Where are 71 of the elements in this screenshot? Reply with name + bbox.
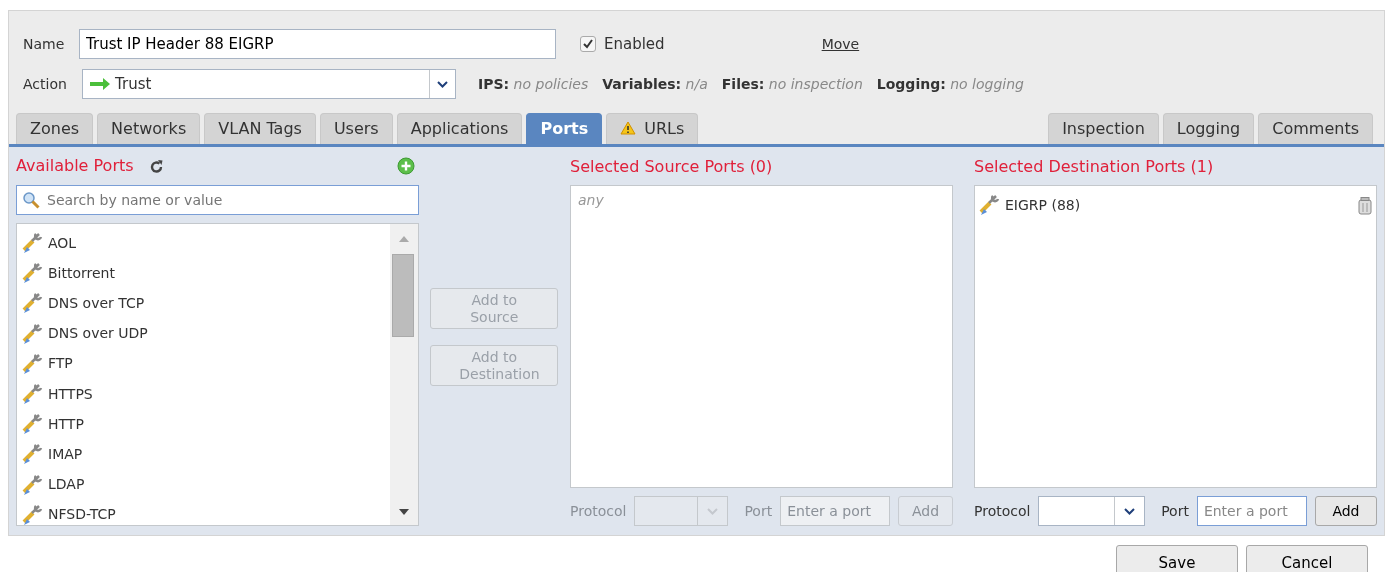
action-value: Trust	[115, 73, 153, 95]
wrench-icon	[22, 262, 44, 285]
add-icon[interactable]	[397, 157, 416, 175]
summary-item: Logging: no logging	[876, 74, 1024, 94]
name-field[interactable]: Trust IP Header 88 EIGRP	[79, 29, 556, 59]
caret-icon	[437, 80, 448, 88]
wrench-icon	[22, 413, 44, 436]
search-field[interactable]: Search by name or value	[16, 185, 420, 215]
search-icon	[22, 191, 40, 209]
tab[interactable]: Applications	[396, 113, 523, 144]
list-item[interactable]: LDAP	[17, 469, 391, 500]
list-item[interactable]: AOL	[17, 228, 391, 259]
list-item[interactable]: IMAP	[17, 439, 391, 470]
footer-button[interactable]: Cancel	[1246, 545, 1368, 572]
arrow-icon	[89, 78, 111, 90]
wrench-icon	[22, 352, 44, 375]
tab[interactable]: Ports	[526, 113, 603, 144]
field-label: Action	[23, 74, 68, 94]
field-label: Protocol	[974, 501, 1031, 521]
tab[interactable]: URLs	[606, 113, 699, 144]
field-label: Port	[1161, 501, 1189, 521]
tab[interactable]: Comments	[1258, 113, 1373, 144]
action-dropdown[interactable]: Trust	[82, 69, 456, 99]
tab[interactable]: Zones	[16, 113, 94, 144]
list-item[interactable]: HTTPS	[17, 378, 391, 410]
list-item[interactable]: Bittorrent	[17, 258, 391, 289]
warning-icon	[620, 121, 637, 135]
scrollbar[interactable]	[390, 224, 419, 525]
list-item[interactable]: DNS over UDP	[17, 318, 391, 349]
list-item[interactable]: EIGRP (88)	[979, 190, 1372, 221]
wrench-icon	[22, 292, 44, 315]
move-link[interactable]: Move	[821, 33, 860, 55]
protocol-dropdown[interactable]	[1038, 496, 1146, 526]
refresh-icon[interactable]	[149, 158, 164, 174]
wrench-icon	[22, 443, 44, 466]
checkbox[interactable]	[580, 36, 596, 52]
scroll-up-icon[interactable]	[399, 236, 410, 242]
tab[interactable]: Inspection	[1048, 113, 1159, 144]
scroll-thumb[interactable]	[392, 254, 415, 337]
trash-icon[interactable]	[1358, 196, 1372, 215]
list-item[interactable]: HTTP	[17, 409, 391, 440]
field-label: Protocol	[570, 501, 627, 521]
tab[interactable]: Networks	[97, 113, 201, 144]
wrench-icon	[22, 383, 44, 406]
footer-button[interactable]: Save	[1116, 545, 1238, 572]
wrench-icon	[22, 322, 44, 345]
list-item[interactable]: NFSD-TCP	[17, 499, 391, 530]
field-label: Port	[744, 501, 773, 521]
section-title: Selected Source Ports (0)	[570, 156, 774, 177]
wrench-icon	[22, 232, 44, 255]
add-button[interactable]: Add	[1314, 496, 1377, 526]
list-item[interactable]: DNS over TCP	[17, 288, 391, 319]
field-label: Name	[23, 34, 66, 54]
caret-icon	[1124, 507, 1136, 515]
wrench-icon	[22, 503, 44, 526]
scroll-down-icon[interactable]	[399, 509, 410, 515]
port-field[interactable]: Enter a port	[1196, 496, 1307, 526]
summary-item: Variables: n/a	[602, 74, 708, 94]
checkbox-label: Enabled	[604, 33, 665, 55]
summary-item: IPS: no policies	[478, 74, 589, 94]
summary-item: Files: no inspection	[721, 74, 863, 94]
section-title: Available Ports	[16, 155, 134, 177]
tab[interactable]: Logging	[1162, 113, 1255, 144]
empty-text: any	[577, 192, 604, 208]
list-item[interactable]: FTP	[17, 348, 391, 379]
tab[interactable]: Users	[319, 113, 393, 144]
wrench-icon	[22, 473, 44, 496]
wrench-icon	[979, 194, 1001, 217]
section-title: Selected Destination Ports (1)	[974, 156, 1215, 177]
caret-icon	[707, 507, 719, 515]
tab[interactable]: VLAN Tags	[204, 113, 316, 144]
